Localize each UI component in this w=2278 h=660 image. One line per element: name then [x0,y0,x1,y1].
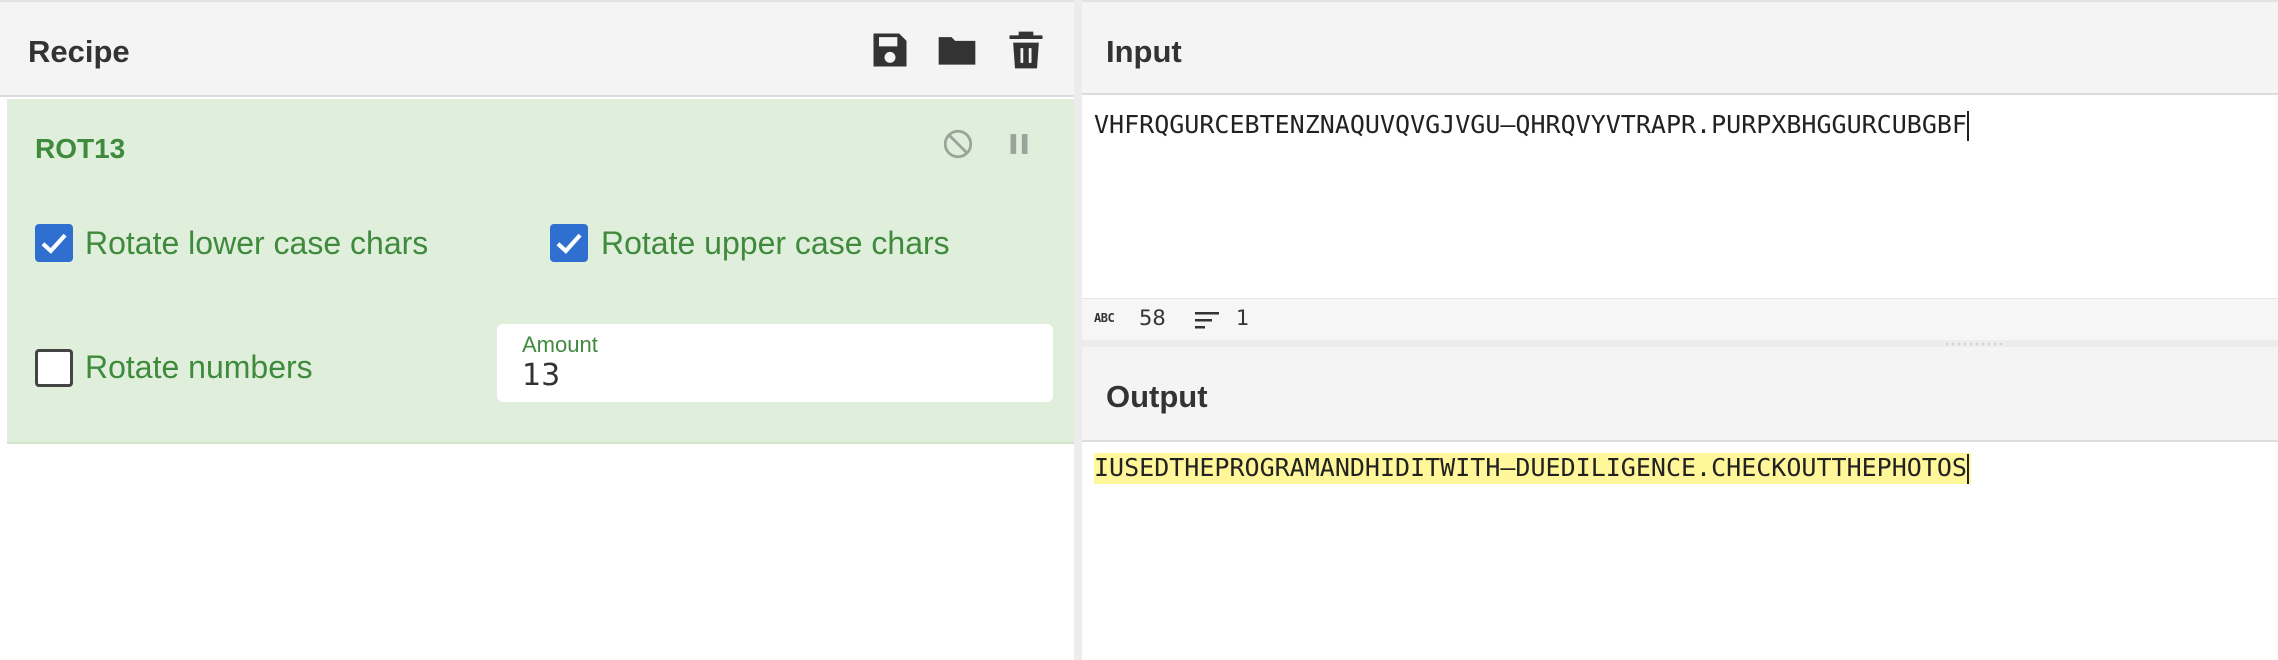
rotate-numbers-checkbox[interactable] [35,349,73,387]
amount-label: Amount [522,332,598,357]
abc-icon: ABC [1094,311,1115,325]
lines-icon [1194,309,1220,333]
rot13-operation: ROT13 Rotate lower case chars Rotate upp… [7,99,1074,444]
trash-icon[interactable] [1004,28,1048,72]
resize-handle[interactable] [1944,342,2006,346]
output-caret [1966,454,1969,484]
io-splitter[interactable] [1082,340,2278,347]
rotate-upper-label[interactable]: Rotate upper case chars [601,225,950,262]
input-title: Input [1106,34,1182,69]
rotate-numbers-label[interactable]: Rotate numbers [85,349,313,386]
amount-value[interactable]: 13 [522,358,560,393]
save-icon[interactable] [868,28,912,72]
input-lines: 1 [1236,306,1250,330]
io-panel: Input VHFRQGURCEBTENZNAQUVQVGJVGU—QHRQVY… [1082,0,2278,660]
operation-name: ROT13 [35,133,126,164]
output-textarea[interactable]: IUSEDTHEPROGRAMANDHIDITWITH—DUEDILIGENCE… [1094,453,1971,484]
input-text: VHFRQGURCEBTENZNAQUVQVGJVGU—QHRQVYVTRAPR… [1094,110,1967,139]
pause-icon[interactable] [1002,127,1036,161]
folder-icon[interactable] [935,28,979,72]
recipe-panel: Recipe ROT13 Rotate lower case chars Rot… [0,0,1074,660]
rotate-upper-checkbox[interactable] [550,224,588,262]
text-caret [1966,111,1969,141]
output-text: IUSEDTHEPROGRAMANDHIDITWITH—DUEDILIGENCE… [1094,453,1967,482]
input-status-bar: ABC 58 1 [1082,298,2278,340]
disable-icon[interactable] [941,127,975,161]
input-length: 58 [1139,306,1166,330]
recipe-header: Recipe [0,2,1074,97]
input-textarea[interactable]: VHFRQGURCEBTENZNAQUVQVGJVGU—QHRQVYVTRAPR… [1094,110,1969,141]
output-header: Output [1082,347,2278,442]
rotate-lower-checkbox[interactable] [35,224,73,262]
rotate-lower-label[interactable]: Rotate lower case chars [85,225,428,262]
panel-divider[interactable] [1074,0,1082,660]
recipe-title: Recipe [28,34,130,69]
amount-field[interactable]: Amount 13 [497,324,1053,402]
input-header: Input [1082,0,2278,95]
output-title: Output [1106,379,1208,414]
